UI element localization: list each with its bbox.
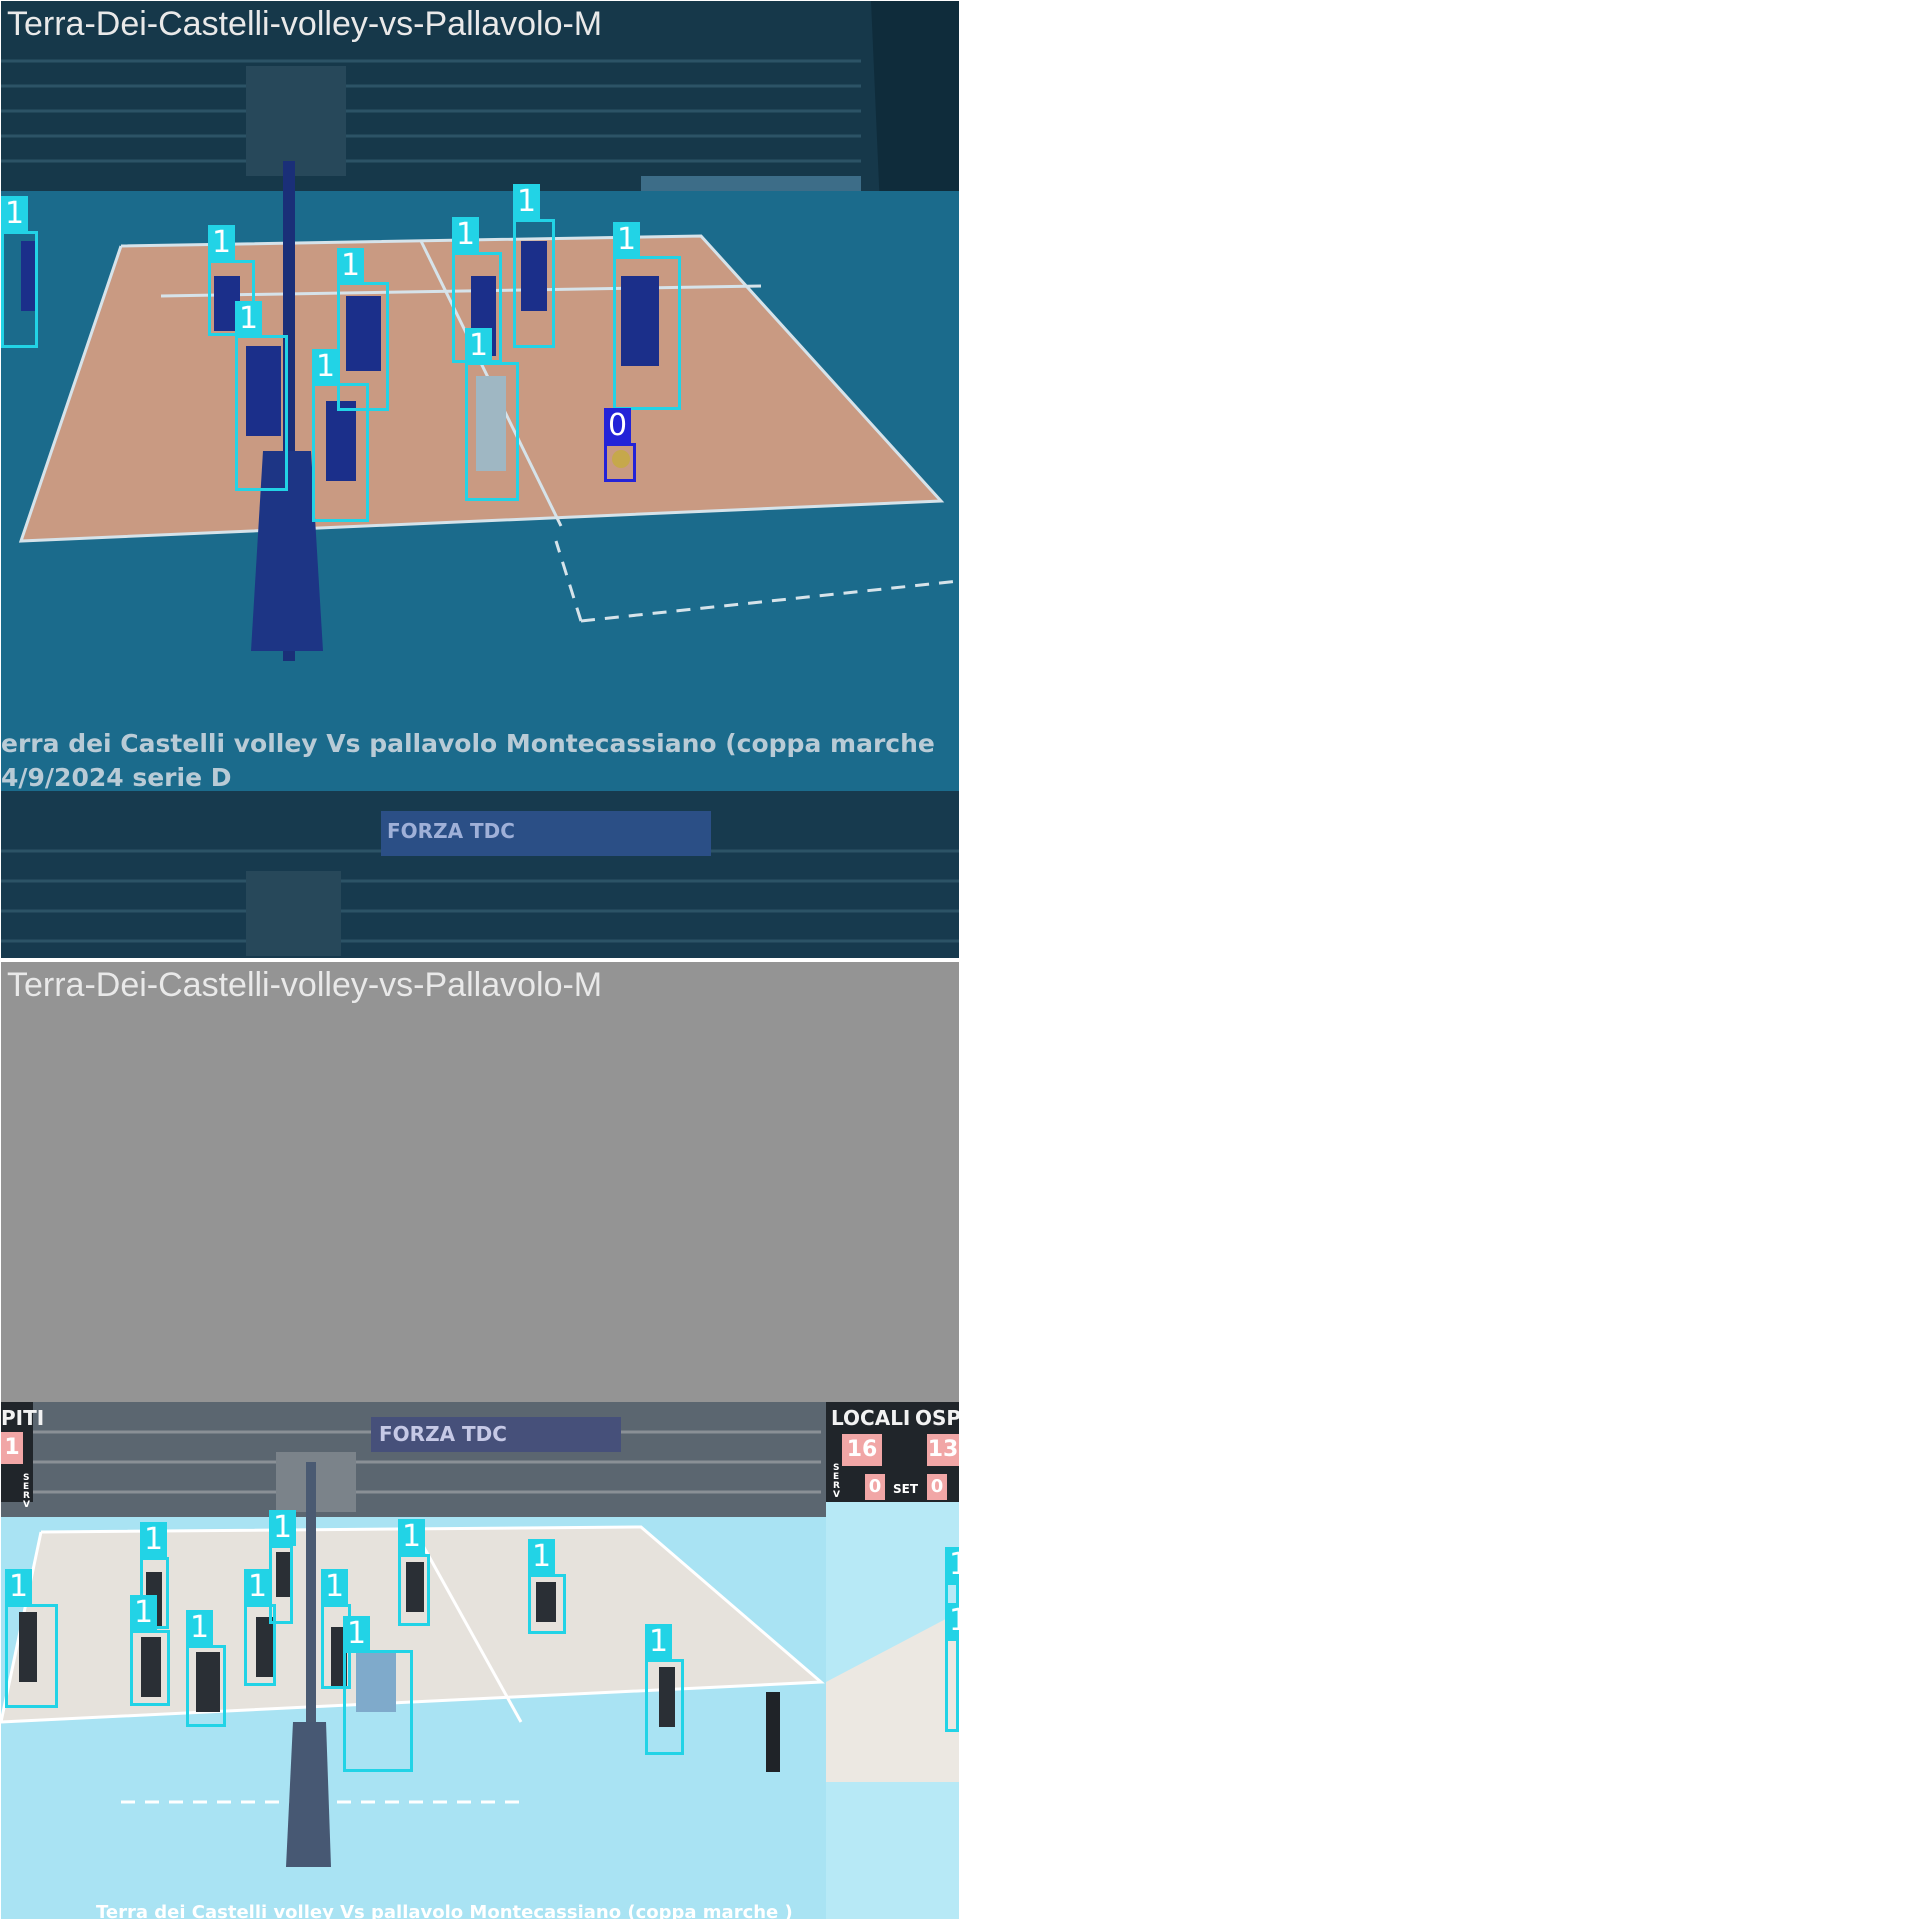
scoreboard-right: LOCALI OSPI 16 13 0 SET 0 S E R V	[827, 1402, 959, 1502]
team-label: PITI	[1, 1406, 45, 1430]
home-team-label: LOCALI	[831, 1406, 911, 1430]
class-label: 1	[269, 1510, 297, 1546]
video-caption-line-1: erra dei Castelli volley Vs pallavolo Mo…	[1, 729, 935, 758]
video-caption-line-1: Terra dei Castelli volley Vs pallavolo M…	[96, 1902, 793, 1919]
player-detection-box	[465, 362, 519, 501]
player-detection-box	[528, 1574, 566, 1634]
serve-label: S E R V	[23, 1473, 30, 1510]
player-detection-box	[398, 1554, 430, 1626]
away-team-label: OSPI	[915, 1406, 959, 1430]
player-detection-box	[645, 1659, 684, 1755]
class-label: 1	[945, 1603, 959, 1639]
player-detection-box	[130, 1630, 170, 1706]
class-label: 1	[513, 184, 541, 220]
ball-detection-box	[604, 443, 636, 482]
video-caption-line-2: 4/9/2024 serie D	[1, 763, 232, 792]
mosaic-tile-2: Terra-Dei-Castelli-volley-vs-Pallavolo-M…	[1, 962, 959, 1919]
player-detection-box	[5, 1604, 58, 1708]
player-detection-box	[312, 383, 369, 522]
class-label: 1	[140, 1522, 168, 1558]
class-label: 1	[186, 1610, 214, 1646]
class-label: 1	[1, 196, 29, 232]
player-detection-box	[945, 1638, 959, 1732]
class-label: 1	[452, 217, 480, 253]
class-label: 1	[613, 222, 641, 258]
player-detection-box	[1, 231, 38, 348]
class-label: 1	[312, 349, 340, 385]
forza-banner: FORZA TDC	[379, 1422, 507, 1446]
home-points-value: 16	[842, 1434, 882, 1466]
ball-class-label: 0	[604, 408, 632, 444]
home-sets-value: 0	[865, 1474, 885, 1500]
away-sets-value: 0	[927, 1474, 947, 1500]
class-label: 1	[235, 301, 263, 337]
player-detection-box	[343, 1650, 413, 1772]
tile-title: Terra-Dei-Castelli-volley-vs-Pallavolo-M	[7, 966, 603, 1004]
set-label: SET	[893, 1482, 919, 1496]
class-label: 1	[130, 1595, 158, 1631]
class-label: 1	[465, 328, 493, 364]
class-label: 1	[343, 1616, 371, 1652]
serve-label: S E R V	[833, 1463, 840, 1500]
scoreboard-left: PITI 1 S E R V	[1, 1402, 44, 1510]
away-points-value: 13	[927, 1434, 959, 1466]
class-label: 1	[945, 1547, 959, 1583]
class-label: 1	[5, 1569, 33, 1605]
player-detection-box	[613, 256, 681, 410]
class-label: 1	[321, 1569, 349, 1605]
tile-title: Terra-Dei-Castelli-volley-vs-Pallavolo-M	[7, 5, 603, 43]
class-label: 1	[244, 1569, 272, 1605]
class-label: 1	[208, 225, 236, 261]
player-detection-box	[513, 219, 555, 348]
player-detection-box	[186, 1645, 226, 1727]
forza-banner: FORZA TDC	[387, 819, 515, 843]
class-label: 1	[398, 1519, 426, 1555]
player-detection-box	[269, 1545, 293, 1624]
class-label: 1	[337, 248, 365, 284]
class-label: 1	[528, 1539, 556, 1575]
class-label: 1	[645, 1624, 673, 1660]
mosaic-tile-1: Terra-Dei-Castelli-volley-vs-Pallavolo-M…	[1, 1, 959, 958]
player-detection-box	[235, 335, 288, 491]
points-value: 1	[1, 1432, 23, 1464]
